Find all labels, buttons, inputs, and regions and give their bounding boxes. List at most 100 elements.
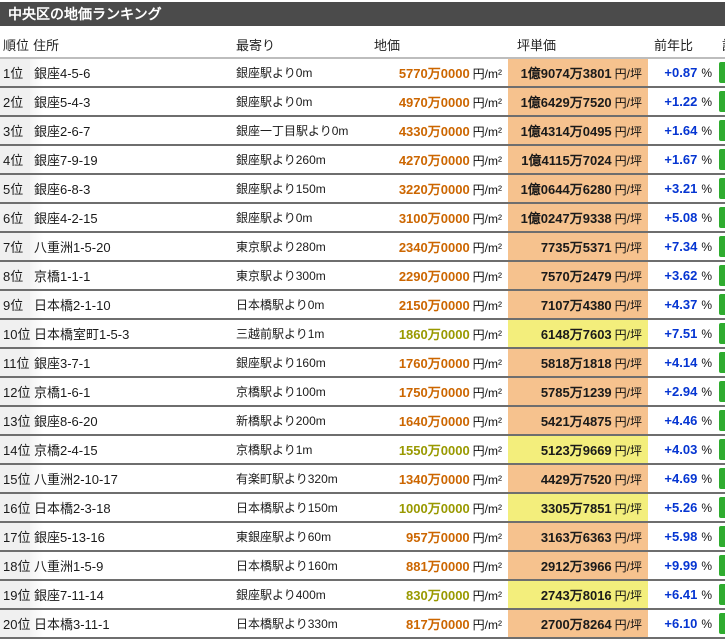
- land-price-unit: 円/m²: [472, 183, 502, 197]
- tsubo-price-value: 3163万6363: [540, 530, 612, 545]
- detail-button[interactable]: [719, 381, 725, 402]
- detail-button[interactable]: [719, 497, 725, 518]
- land-price-value: 5770万0000: [398, 66, 470, 81]
- tsubo-price-cell: 7735万5371 円/坪: [508, 232, 648, 261]
- yoy-unit: %: [701, 182, 712, 196]
- land-price-cell: 2340万0000 円/m²: [365, 232, 508, 261]
- detail-button[interactable]: [719, 468, 725, 489]
- yoy-value: +1.67: [664, 152, 698, 167]
- tsubo-price-value: 2743万8016: [540, 588, 612, 603]
- nearest-station-cell: 銀座駅より0m: [236, 66, 313, 80]
- rank-cell: 13位: [0, 406, 30, 435]
- detail-button[interactable]: [719, 265, 725, 286]
- tsubo-price-value: 1億4314万0495: [520, 124, 612, 139]
- detail-button[interactable]: [719, 439, 725, 460]
- land-price-unit: 円/m²: [472, 415, 502, 429]
- address-cell: 銀座6-8-3: [30, 174, 233, 203]
- detail-button[interactable]: [719, 207, 725, 228]
- land-price-cell: 2150万0000 円/m²: [365, 290, 508, 319]
- tsubo-price-cell: 2700万8264 円/坪: [508, 609, 648, 638]
- detail-button[interactable]: [719, 120, 725, 141]
- yoy-value: +4.37: [664, 297, 698, 312]
- land-price-cell: 2290万0000 円/m²: [365, 261, 508, 290]
- land-price-cell: 1860万0000 円/m²: [365, 319, 508, 348]
- nearest-station-cell: 京橋駅より100m: [236, 385, 326, 399]
- address-cell: 銀座7-9-19: [30, 145, 233, 174]
- tsubo-price-value: 1億0247万9338: [520, 211, 612, 226]
- yoy-unit: %: [701, 211, 712, 225]
- column-header-rank: 順位: [0, 32, 30, 59]
- land-price-value: 830万0000: [406, 588, 470, 603]
- detail-button[interactable]: [719, 410, 725, 431]
- table-row: 15位 八重洲2-10-17 有楽町駅より320m 1340万0000 円/m² …: [0, 464, 725, 493]
- nearest-station-cell: 銀座駅より0m: [236, 95, 313, 109]
- tsubo-price-cell: 1億4314万0495 円/坪: [508, 116, 648, 145]
- detail-button[interactable]: [719, 178, 725, 199]
- address-cell: 日本橋3-11-1: [30, 609, 233, 638]
- detail-button[interactable]: [719, 236, 725, 257]
- detail-cell: [718, 493, 725, 522]
- rank-cell: 12位: [0, 377, 30, 406]
- nearest-station-cell: 銀座駅より0m: [236, 211, 313, 225]
- yoy-unit: %: [701, 443, 712, 457]
- tsubo-price-value: 5421万4875: [540, 414, 612, 429]
- detail-cell: [718, 319, 725, 348]
- detail-cell: [718, 348, 725, 377]
- tsubo-price-cell: 6148万7603 円/坪: [508, 319, 648, 348]
- yoy-value: +2.94: [664, 384, 698, 399]
- yoy-unit: %: [701, 530, 712, 544]
- detail-button[interactable]: [719, 91, 725, 112]
- detail-cell: [718, 551, 725, 580]
- table-row: 8位 京橋1-1-1 東京駅より300m 2290万0000 円/m² 7570万…: [0, 261, 725, 290]
- detail-button[interactable]: [719, 555, 725, 576]
- yoy-value: +4.03: [664, 442, 698, 457]
- tsubo-price-unit: 円/坪: [614, 531, 642, 545]
- tsubo-price-value: 5123万9669: [540, 443, 612, 458]
- detail-cell: [718, 87, 725, 116]
- yoy-value: +1.22: [664, 94, 698, 109]
- tsubo-price-unit: 円/坪: [614, 328, 642, 342]
- table-row: 17位 銀座5-13-16 東銀座駅より60m 957万0000 円/m² 316…: [0, 522, 725, 551]
- land-price-value: 1550万0000: [398, 443, 470, 458]
- table-row: 14位 京橋2-4-15 京橋駅より1m 1550万0000 円/m² 5123万…: [0, 435, 725, 464]
- tsubo-price-value: 1億4115万7024: [521, 153, 612, 168]
- land-price-value: 2340万0000: [398, 240, 470, 255]
- land-price-unit: 円/m²: [472, 125, 502, 139]
- detail-button[interactable]: [719, 584, 725, 605]
- land-price-value: 2150万0000: [398, 298, 470, 313]
- tsubo-price-cell: 2743万8016 円/坪: [508, 580, 648, 609]
- table-row: 16位 日本橋2-3-18 日本橋駅より150m 1000万0000 円/m² 3…: [0, 493, 725, 522]
- tsubo-price-cell: 2912万3966 円/坪: [508, 551, 648, 580]
- detail-button[interactable]: [719, 149, 725, 170]
- address-cell: 銀座4-2-15: [30, 203, 233, 232]
- detail-button[interactable]: [719, 294, 725, 315]
- land-price-cell: 4970万0000 円/m²: [365, 87, 508, 116]
- nearest-station-cell: 有楽町駅より320m: [236, 472, 338, 486]
- address-cell: 京橋1-6-1: [30, 377, 233, 406]
- detail-button[interactable]: [719, 526, 725, 547]
- address-cell: 京橋2-4-15: [30, 435, 233, 464]
- tsubo-price-cell: 4429万7520 円/坪: [508, 464, 648, 493]
- address-cell: 八重洲1-5-9: [30, 551, 233, 580]
- land-price-unit: 円/m²: [472, 270, 502, 284]
- detail-button[interactable]: [719, 323, 725, 344]
- tsubo-price-unit: 円/坪: [614, 589, 642, 603]
- detail-button[interactable]: [719, 62, 725, 83]
- table-row: 2位 銀座5-4-3 銀座駅より0m 4970万0000 円/m² 1億6429万…: [0, 87, 725, 116]
- detail-button[interactable]: [719, 352, 725, 373]
- land-price-unit: 円/m²: [472, 212, 502, 226]
- detail-cell: [718, 522, 725, 551]
- yoy-unit: %: [701, 153, 712, 167]
- land-price-unit: 円/m²: [472, 328, 502, 342]
- land-price-cell: 817万0000 円/m²: [365, 609, 508, 638]
- yoy-cell: +2.94%: [648, 377, 718, 406]
- yoy-value: +5.08: [664, 210, 698, 225]
- yoy-unit: %: [701, 588, 712, 602]
- yoy-unit: %: [701, 240, 712, 254]
- detail-button[interactable]: [719, 613, 725, 634]
- rank-cell: 15位: [0, 464, 30, 493]
- tsubo-price-cell: 5421万4875 円/坪: [508, 406, 648, 435]
- yoy-cell: +1.67%: [648, 145, 718, 174]
- land-price-unit: 円/m²: [472, 154, 502, 168]
- yoy-cell: +4.69%: [648, 464, 718, 493]
